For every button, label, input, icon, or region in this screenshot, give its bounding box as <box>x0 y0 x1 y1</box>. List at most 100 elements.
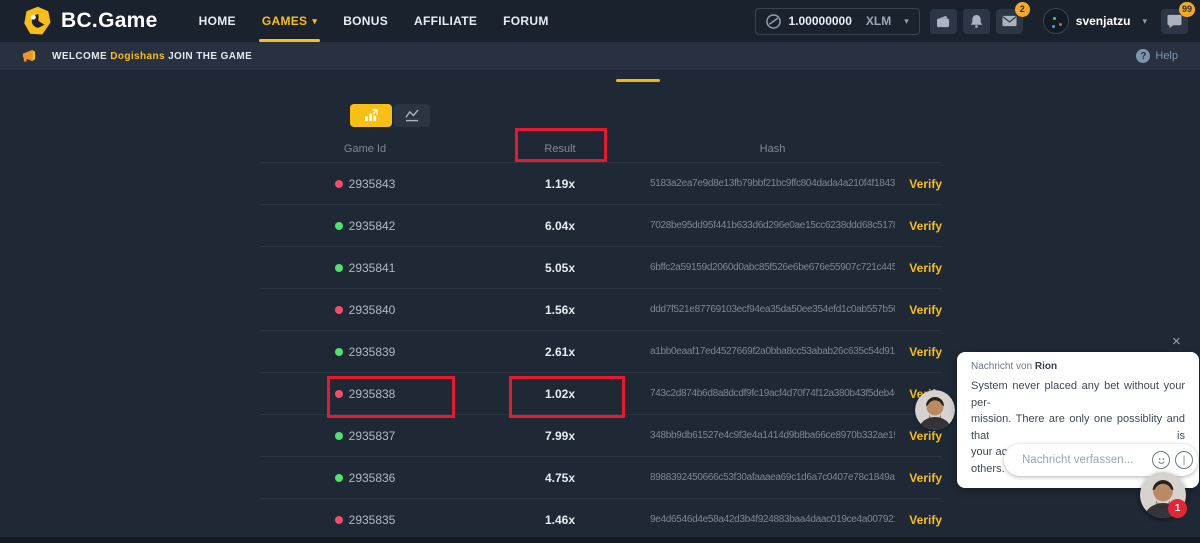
nav-item-games[interactable]: GAMES ▾ <box>249 0 330 42</box>
chevron-down-icon: ▾ <box>312 16 317 27</box>
game-id[interactable]: 2935835 <box>349 513 396 527</box>
close-icon[interactable]: × <box>1172 333 1181 350</box>
nav-item-affiliate[interactable]: AFFILIATE <box>401 0 490 42</box>
logo[interactable]: BC.Game <box>22 6 158 36</box>
coin-icon <box>766 14 781 29</box>
history-view-toggle <box>350 104 430 127</box>
verify-link[interactable]: Verify <box>895 513 942 527</box>
game-id[interactable]: 2935840 <box>349 303 396 317</box>
chat-message-line: System never placed any bet without your… <box>971 378 1185 411</box>
column-header-hash: Hash <box>650 143 895 155</box>
verify-link[interactable]: Verify <box>895 261 942 275</box>
result-multiplier: 4.75x <box>470 471 650 485</box>
table-row: 2935837 7.99x 348bb9db61527e4c9f3e4a1414… <box>260 414 942 456</box>
balance-selector[interactable]: 1.00000000 XLM ▾ <box>755 8 920 35</box>
chevron-down-icon: ▾ <box>1142 16 1147 27</box>
trend-chart-icon <box>405 109 420 122</box>
welcome-username: Dogishans <box>110 51 165 62</box>
result-status-dot <box>335 180 343 188</box>
hash-value: 8988392450666c53f30afaaaea69c1d6a7c0407e… <box>650 472 895 483</box>
hash-value: ddd7f521e87769103ecf94ea35da50ee354efd1c… <box>650 304 895 315</box>
chevron-down-icon: ▾ <box>904 16 909 27</box>
game-id[interactable]: 2935841 <box>349 261 396 275</box>
chat-unread-badge: 1 <box>1168 499 1187 518</box>
game-id[interactable]: 2935842 <box>349 219 396 233</box>
column-header-game-id: Game Id <box>260 143 470 155</box>
result-status-dot <box>335 306 343 314</box>
hash-value: 9e4d6546d4e58a42d3b4f924883baa4daac019ce… <box>650 514 895 525</box>
game-id[interactable]: 2935839 <box>349 345 396 359</box>
result-status-dot <box>335 348 343 356</box>
trend-view-button[interactable] <box>394 104 430 127</box>
annotation-box-game-id <box>327 376 455 418</box>
messages-button[interactable]: 2 <box>996 9 1023 34</box>
speech-bubble-icon <box>1167 14 1182 28</box>
nav-item-home[interactable]: HOME <box>186 0 249 42</box>
bcgame-logo-icon <box>22 6 52 36</box>
wallet-icon <box>936 15 951 28</box>
verify-link[interactable]: Verify <box>895 429 942 443</box>
chat-from-label: Nachricht von <box>971 361 1035 372</box>
megaphone-icon <box>20 49 37 63</box>
emoji-icon[interactable] <box>1152 451 1170 469</box>
wallet-button[interactable] <box>930 9 957 34</box>
hash-value: 348bb9db61527e4c9f3e4a1414d9b8ba66ce8970… <box>650 430 895 441</box>
result-multiplier: 2.61x <box>470 345 650 359</box>
user-avatar <box>1043 8 1069 34</box>
table-body: 2935843 1.19x 5183a2ea7e9d8e13fb79bbf21b… <box>260 162 942 540</box>
verify-link[interactable]: Verify <box>895 345 942 359</box>
envelope-icon <box>1002 15 1017 27</box>
table-row: 2935839 2.61x a1bb0eaaf17ed4527669f2a0bb… <box>260 330 942 372</box>
chat-toggle-button[interactable]: 99 <box>1161 9 1188 34</box>
table-row: 2935840 1.56x ddd7f521e87769103ecf94ea35… <box>260 288 942 330</box>
verify-link[interactable]: Verify <box>895 471 942 485</box>
welcome-prefix: WELCOME <box>52 51 110 62</box>
hash-value: 743c2d874b6d8a8dcdf9fc19acf4d70f74f12a38… <box>650 388 895 399</box>
username: svenjatzu <box>1076 14 1131 28</box>
chat-message-line: mission. There are only one possiblity a… <box>971 411 1185 444</box>
result-multiplier: 1.46x <box>470 513 650 527</box>
mail-badge: 2 <box>1015 2 1030 17</box>
bar-chart-icon <box>364 109 379 122</box>
hash-value: a1bb0eaaf17ed4527669f2a0bba8cc53abab26c6… <box>650 346 895 357</box>
logo-text: BC.Game <box>61 9 158 33</box>
nav-item-bonus[interactable]: BONUS <box>330 0 401 42</box>
nav-item-forum[interactable]: FORUM <box>490 0 562 42</box>
question-mark-icon: ? <box>1136 49 1150 63</box>
verify-link[interactable]: Verify <box>895 219 942 233</box>
game-id[interactable]: 2935836 <box>349 471 396 485</box>
result-status-dot <box>335 474 343 482</box>
verify-link[interactable]: Verify <box>895 177 942 191</box>
notifications-button[interactable] <box>963 9 990 34</box>
hash-value: 7028be95dd95f441b633d6d296e0ae15cc6238dd… <box>650 220 895 231</box>
table-row: 2935842 6.04x 7028be95dd95f441b633d6d296… <box>260 204 942 246</box>
bell-icon <box>970 14 983 28</box>
verify-link[interactable]: Verify <box>895 303 942 317</box>
result-multiplier: 6.04x <box>470 219 650 233</box>
chat-message-input[interactable] <box>1004 454 1152 466</box>
list-view-button[interactable] <box>350 104 392 127</box>
balance-amount: 1.00000000 <box>789 14 852 28</box>
result-multiplier: 7.99x <box>470 429 650 443</box>
result-status-dot <box>335 222 343 230</box>
user-menu[interactable]: svenjatzu ▾ <box>1043 8 1147 34</box>
result-status-dot <box>335 432 343 440</box>
game-id[interactable]: 2935843 <box>349 177 396 191</box>
annotation-box-result-value <box>509 376 625 418</box>
welcome-message: WELCOME Dogishans JOIN THE GAME <box>52 51 252 62</box>
currency-label: XLM <box>866 14 891 28</box>
result-multiplier: 1.56x <box>470 303 650 317</box>
table-row: 2935835 1.46x 9e4d6546d4e58a42d3b4f92488… <box>260 498 942 540</box>
help-button[interactable]: ? Help <box>1136 49 1178 63</box>
game-history-table: Game Id Result Hash 2935843 1.19x 5183a2… <box>260 136 942 540</box>
chat-input-container: | <box>1004 444 1198 476</box>
result-status-dot <box>335 516 343 524</box>
hash-value: 6bffc2a59159d2060d0abc85f526e6be676e5590… <box>650 262 895 273</box>
top-navigation-bar: BC.Game HOME GAMES ▾ BONUS AFFILIATE FOR… <box>0 0 1200 42</box>
chat-sender-line: Nachricht von Rion <box>971 361 1185 372</box>
chat-badge: 99 <box>1179 2 1195 17</box>
nav-item-games-label: GAMES <box>262 14 308 28</box>
main-nav: HOME GAMES ▾ BONUS AFFILIATE FORUM <box>186 0 562 42</box>
attachment-icon[interactable]: | <box>1175 451 1193 469</box>
game-id[interactable]: 2935837 <box>349 429 396 443</box>
